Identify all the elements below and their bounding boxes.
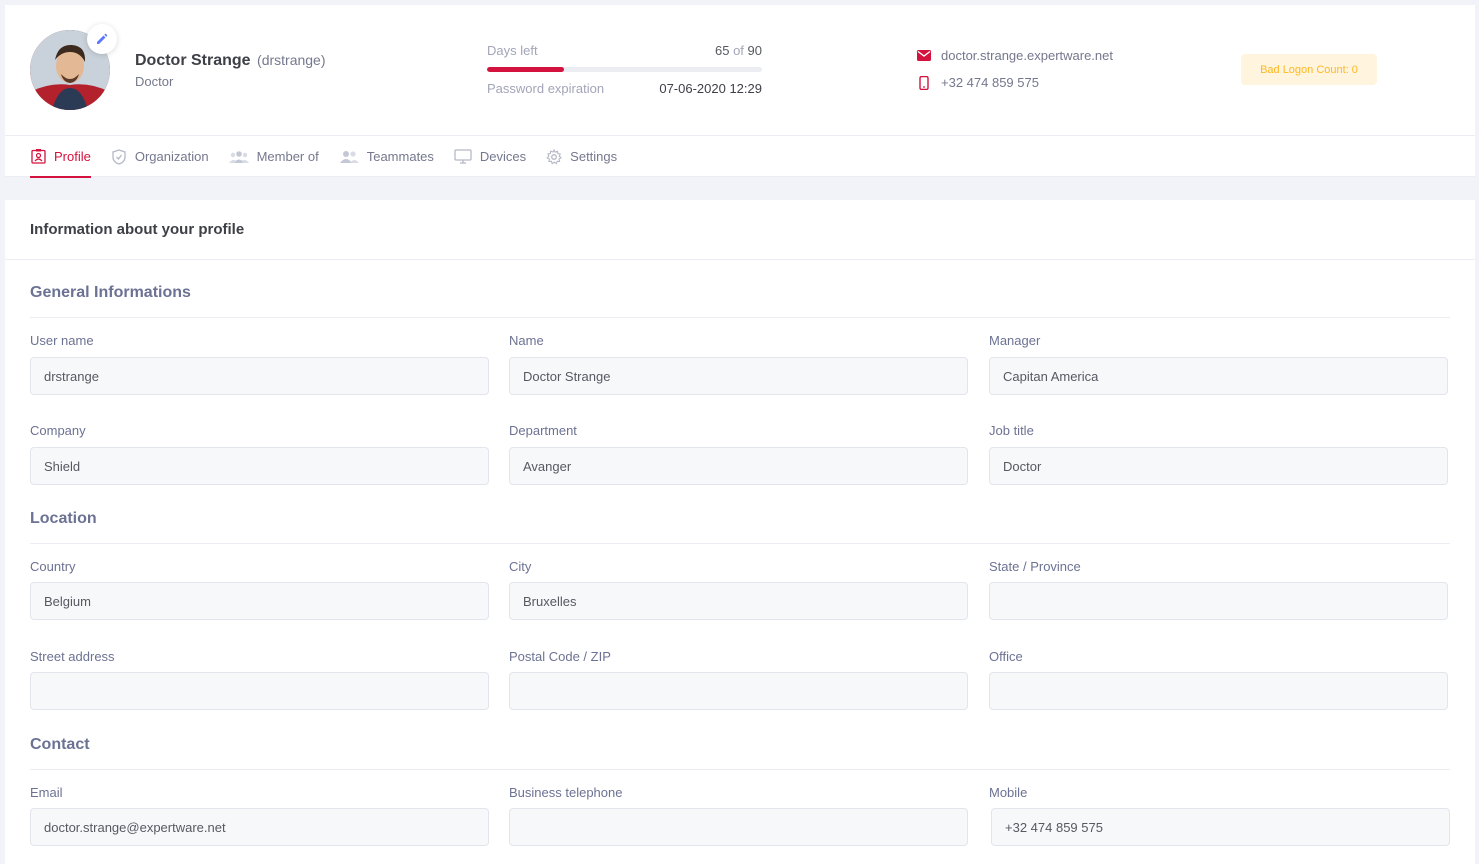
days-left-value: 65 of 90: [605, 43, 762, 58]
tab-settings[interactable]: Settings: [546, 136, 617, 177]
state-label: State / Province: [989, 559, 1081, 574]
tab-member-of[interactable]: Member of: [228, 136, 319, 177]
username-label: User name: [30, 333, 94, 348]
department-field[interactable]: [509, 447, 968, 485]
envelope-icon: [917, 49, 931, 63]
department-label: Department: [509, 423, 577, 438]
page-title: Information about your profile: [5, 200, 1475, 260]
shield-icon: [111, 148, 127, 165]
section-location-title: Location: [30, 510, 97, 527]
profile-info-card: Information about your profile General I…: [5, 200, 1475, 864]
section-general-title: General Informations: [30, 284, 191, 301]
mobile-phone-icon: [917, 75, 931, 90]
days-total: 90: [747, 43, 762, 58]
user-display-name: Doctor Strange (drstrange): [135, 52, 326, 70]
days-of-word: of: [733, 43, 744, 58]
tab-profile[interactable]: Profile: [30, 136, 91, 178]
business-phone-field[interactable]: [509, 808, 968, 846]
manager-field[interactable]: [989, 357, 1448, 395]
users-icon: [339, 149, 359, 165]
edit-avatar-button[interactable]: [87, 24, 117, 54]
section-contact-title: Contact: [30, 736, 90, 753]
tab-devices[interactable]: Devices: [454, 136, 526, 177]
tab-teammates[interactable]: Teammates: [339, 136, 434, 177]
contact-website[interactable]: doctor.strange.expertware.net: [941, 48, 1113, 63]
email-field[interactable]: [30, 808, 489, 846]
job-title-label: Job title: [989, 423, 1034, 438]
business-phone-label: Business telephone: [509, 785, 623, 800]
company-field[interactable]: [30, 447, 489, 485]
avatar-container: [30, 24, 117, 110]
section-divider: [30, 543, 1450, 544]
postal-label: Postal Code / ZIP: [509, 649, 611, 664]
username-field[interactable]: [30, 357, 489, 395]
days-left-label: Days left: [487, 43, 538, 58]
tab-organization[interactable]: Organization: [111, 136, 209, 177]
city-field[interactable]: [509, 582, 968, 620]
country-field[interactable]: [30, 582, 489, 620]
tab-settings-label: Settings: [570, 149, 618, 164]
mobile-label: Mobile: [989, 785, 1028, 800]
postal-field[interactable]: [509, 672, 968, 710]
profile-header-card: Doctor Strange (drstrange) Doctor Days l…: [5, 5, 1475, 178]
company-label: Company: [30, 423, 86, 438]
section-divider: [30, 769, 1450, 770]
password-expiration-label: Password expiration: [487, 81, 605, 96]
tab-teammates-label: Teammates: [366, 149, 434, 164]
street-label: Street address: [30, 649, 115, 664]
days-left-count: 65: [714, 43, 730, 58]
name-field[interactable]: [509, 357, 968, 395]
user-full-name: Doctor Strange: [135, 52, 251, 69]
tab-devices-label: Devices: [479, 149, 527, 164]
tab-profile-label: Profile: [54, 149, 91, 164]
contact-phone[interactable]: +32 474 859 575: [941, 75, 1039, 90]
office-label: Office: [989, 649, 1023, 664]
tab-organization-label: Organization: [134, 149, 209, 164]
group-icon: [228, 149, 249, 165]
bad-logon-count-badge: Bad Logon Count: 0: [1241, 54, 1377, 85]
user-role: Doctor: [135, 74, 174, 89]
manager-label: Manager: [989, 333, 1041, 348]
state-field[interactable]: [989, 582, 1448, 620]
days-left-progress-fill: [487, 67, 564, 72]
job-title-field[interactable]: [989, 447, 1448, 485]
monitor-icon: [454, 149, 472, 165]
office-field[interactable]: [989, 672, 1448, 710]
password-expiration-value: 07-06-2020 12:29: [659, 81, 762, 96]
gear-icon: [546, 148, 563, 165]
contact-website-row: doctor.strange.expertware.net: [917, 48, 1113, 63]
profile-icon: [30, 149, 46, 165]
country-label: Country: [30, 559, 76, 574]
section-divider: [30, 317, 1450, 318]
contact-phone-row: +32 474 859 575: [917, 75, 1039, 90]
email-label: Email: [30, 785, 63, 800]
tab-member-of-label: Member of: [256, 149, 319, 164]
user-login: (drstrange): [257, 52, 326, 68]
pencil-icon: [97, 33, 108, 44]
street-field[interactable]: [30, 672, 489, 710]
name-label: Name: [509, 333, 544, 348]
profile-tabs: Profile Organization Member of Teammates…: [5, 135, 1475, 178]
city-label: City: [509, 559, 532, 574]
mobile-field[interactable]: [991, 808, 1450, 846]
days-left-progress: [487, 67, 762, 72]
